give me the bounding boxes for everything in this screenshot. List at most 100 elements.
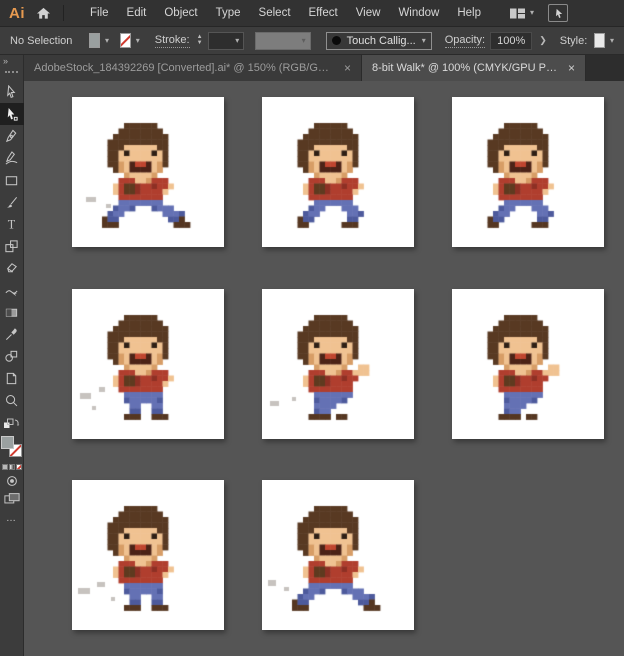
home-button[interactable] xyxy=(33,3,53,23)
menu-item[interactable]: Help xyxy=(449,4,489,22)
tool-curvature[interactable] xyxy=(0,147,24,169)
color-button[interactable] xyxy=(1,464,8,470)
tool-selection[interactable] xyxy=(0,81,24,103)
artboard[interactable] xyxy=(452,97,604,247)
pixel-character-frame[interactable] xyxy=(72,97,224,247)
none-button[interactable] xyxy=(15,464,22,470)
document-tab[interactable]: AdobeStock_184392269 [Converted].ai* @ 1… xyxy=(24,55,362,81)
stroke-weight-stepper[interactable]: ▲ ▼ xyxy=(197,34,203,46)
artboard[interactable] xyxy=(262,480,414,630)
touch-workspace-button[interactable] xyxy=(548,4,569,22)
menu-item[interactable]: Type xyxy=(208,4,249,22)
tool-gradient[interactable] xyxy=(0,301,24,323)
chevron-down-icon: ▾ xyxy=(301,35,306,45)
tool-type[interactable]: T xyxy=(0,213,24,235)
pixel-character-frame[interactable] xyxy=(72,289,224,439)
panel-grip[interactable] xyxy=(5,71,18,73)
illustrator-logo: Ai xyxy=(9,4,25,22)
color-mode-buttons xyxy=(1,464,22,470)
fill-swatch[interactable] xyxy=(1,436,14,449)
svg-text:T: T xyxy=(8,217,16,231)
swap-fill-stroke-icon[interactable] xyxy=(3,417,20,430)
artboard[interactable] xyxy=(72,480,224,630)
tool-paintbrush[interactable] xyxy=(0,191,24,213)
tool-artboard[interactable] xyxy=(0,367,24,389)
stroke-color-swatch[interactable] xyxy=(120,33,131,48)
zoom-icon xyxy=(6,394,18,406)
tool-rectangle[interactable] xyxy=(0,169,24,191)
tool-pen[interactable] xyxy=(0,125,24,147)
width-profile-select[interactable]: ▾ xyxy=(255,31,311,50)
chevron-down-icon[interactable]: ▾ xyxy=(530,9,534,17)
shape-builder-icon xyxy=(5,350,18,362)
artboard[interactable] xyxy=(452,289,604,439)
curvature-icon xyxy=(5,150,18,165)
selection-status: No Selection xyxy=(10,34,73,47)
document-tab-label: 8-bit Walk* @ 100% (CMYK/GPU Preview) xyxy=(372,62,559,74)
artboard[interactable] xyxy=(262,97,414,247)
draw-mode-icon[interactable] xyxy=(5,474,19,488)
fill-color-swatch[interactable] xyxy=(89,33,101,48)
document-tabs: AdobeStock_184392269 [Converted].ai* @ 1… xyxy=(24,55,624,81)
menu-items: File Edit Object Type Select Effect View Window… xyxy=(82,4,489,22)
pixel-character-frame[interactable] xyxy=(452,289,604,439)
document-area: AdobeStock_184392269 [Converted].ai* @ 1… xyxy=(24,55,624,656)
canvas-area[interactable] xyxy=(24,81,624,656)
home-icon xyxy=(36,7,50,19)
style-swatch[interactable] xyxy=(594,33,605,48)
tool-free-transform[interactable] xyxy=(0,235,24,257)
menu-item[interactable]: Window xyxy=(390,4,447,22)
artboard-icon xyxy=(6,372,17,384)
artboard[interactable] xyxy=(72,97,224,247)
more-tools-button[interactable]: … xyxy=(6,513,17,524)
chevron-down-icon: ▾ xyxy=(235,35,240,45)
stroke-weight-select[interactable]: ▾ xyxy=(207,31,245,50)
illustrator-window: Ai File Edit Object Type Select Effect View Win… xyxy=(0,0,624,656)
tool-eraser[interactable] xyxy=(0,257,24,279)
pen-icon xyxy=(5,129,17,142)
tool-shape-builder[interactable] xyxy=(0,345,24,367)
tool-zoom[interactable] xyxy=(0,389,24,411)
pixel-character-frame[interactable] xyxy=(72,480,224,630)
free-transform-icon xyxy=(5,239,18,252)
document-tab[interactable]: 8-bit Walk* @ 100% (CMYK/GPU Preview) × xyxy=(362,55,586,81)
artboard[interactable] xyxy=(72,289,224,439)
menu-item[interactable]: File xyxy=(82,4,117,22)
pixel-character-frame[interactable] xyxy=(262,97,414,247)
tool-eyedropper[interactable] xyxy=(0,323,24,345)
opacity-field[interactable]: 100% xyxy=(490,31,533,50)
tool-shaper[interactable] xyxy=(0,279,24,301)
control-bar: No Selection ▾ ▾ Stroke: ▲ ▼ ▾ ▾ Touch Ca… xyxy=(0,27,624,55)
touch-workspace-icon xyxy=(555,8,562,18)
stroke-label[interactable]: Stroke: xyxy=(154,34,190,48)
menu-item[interactable]: View xyxy=(348,4,389,22)
close-icon[interactable]: × xyxy=(344,62,351,74)
screen-mode-icon[interactable] xyxy=(3,492,20,505)
menu-item[interactable]: Edit xyxy=(119,4,155,22)
artboard[interactable] xyxy=(262,289,414,439)
menu-item[interactable]: Object xyxy=(156,4,205,22)
pixel-character-frame[interactable] xyxy=(452,97,604,247)
menu-item[interactable]: Effect xyxy=(301,4,346,22)
chevron-right-icon[interactable]: ❯ xyxy=(539,35,547,46)
fill-chevron-down-icon[interactable]: ▾ xyxy=(105,36,109,45)
brush-definition-value: Touch Callig... xyxy=(346,34,416,47)
arrange-documents-button[interactable] xyxy=(509,6,526,21)
stroke-chevron-down-icon[interactable]: ▾ xyxy=(136,36,140,45)
document-tab-label: AdobeStock_184392269 [Converted].ai* @ 1… xyxy=(34,62,335,74)
close-icon[interactable]: × xyxy=(568,62,575,74)
menu-bar: Ai File Edit Object Type Select Effect View Win… xyxy=(0,0,624,27)
fill-stroke-indicator[interactable] xyxy=(1,436,22,457)
arrange-documents-icon xyxy=(510,8,525,18)
expand-panel-icon[interactable]: » xyxy=(3,57,8,66)
pixel-character-frame[interactable] xyxy=(262,480,414,630)
opacity-label[interactable]: Opacity: xyxy=(444,34,486,48)
menu-item[interactable]: Select xyxy=(251,4,299,22)
style-chevron-down-icon[interactable]: ▾ xyxy=(610,36,614,45)
eraser-icon xyxy=(6,262,17,272)
style-label: Style: xyxy=(559,34,588,47)
tool-direct-selection[interactable] xyxy=(0,103,24,125)
gradient-button[interactable] xyxy=(8,464,15,470)
pixel-character-frame[interactable] xyxy=(262,289,414,439)
brush-definition-select[interactable]: Touch Callig... ▾ xyxy=(325,31,432,50)
